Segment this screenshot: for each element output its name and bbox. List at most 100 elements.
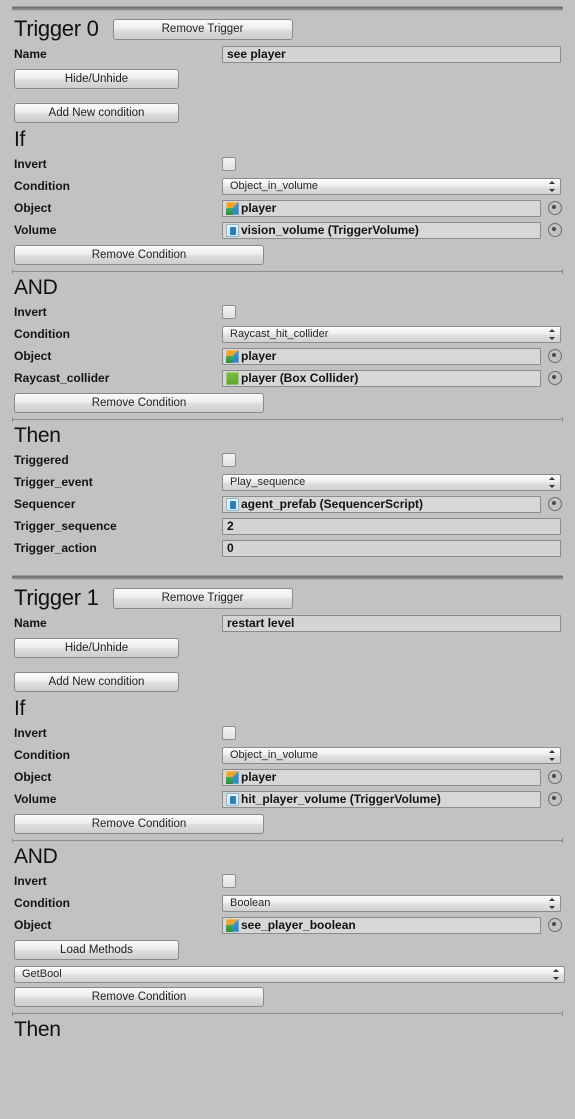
object-picker-button[interactable] (548, 201, 562, 215)
remove-condition-button[interactable]: Remove Condition (14, 814, 264, 834)
condition-type-value: Object_in_volume (230, 179, 319, 192)
object-picker-button[interactable] (548, 918, 562, 932)
object-label: Object (14, 201, 52, 215)
invert-label: Invert (14, 305, 47, 319)
chevron-updown-icon (548, 897, 556, 910)
volume-label: Volume (14, 223, 57, 237)
trigger-action-label: Trigger_action (14, 541, 97, 555)
object-row: Object player (0, 766, 575, 788)
add-new-condition-button[interactable]: Add New condition (14, 103, 179, 123)
volume-row: Volume vision_volume (TriggerVolume) (0, 219, 575, 241)
condition-header-and: AND (14, 276, 58, 299)
load-methods-button[interactable]: Load Methods (14, 940, 179, 960)
volume-reference-value: vision_volume (TriggerVolume) (241, 222, 419, 237)
invert-row: Invert (0, 722, 575, 744)
trigger-name-input[interactable]: see player (222, 45, 561, 63)
trigger-name-input[interactable]: restart level (222, 614, 561, 632)
volume-reference-field[interactable]: hit_player_volume (TriggerVolume) (222, 790, 541, 808)
trigger-event-value: Play_sequence (230, 475, 306, 488)
hide-unhide-button[interactable]: Hide/Unhide (14, 638, 179, 658)
sequencer-picker-button[interactable] (548, 497, 562, 511)
method-dropdown[interactable]: GetBool (14, 966, 565, 983)
trigger-header: Trigger 1 Remove Trigger (0, 584, 575, 612)
name-row: Name restart level (0, 612, 575, 634)
condition-type-dropdown[interactable]: Boolean (222, 894, 561, 912)
script-icon (226, 223, 239, 237)
sequencer-reference-value: agent_prefab (SequencerScript) (241, 496, 424, 511)
remove-condition-button[interactable]: Remove Condition (14, 987, 264, 1007)
invert-row: Invert (0, 870, 575, 892)
trigger-sequence-input[interactable]: 2 (222, 517, 561, 535)
invert-label: Invert (14, 874, 47, 888)
sequencer-row: Sequencer agent_prefab (SequencerScript) (0, 493, 575, 515)
trigger-title: Trigger 1 (14, 585, 99, 610)
condition-separator (12, 1011, 563, 1016)
object-reference-field[interactable]: player (222, 347, 541, 365)
object-reference-field[interactable]: see_player_boolean (222, 916, 541, 934)
condition-type-dropdown[interactable]: Object_in_volume (222, 746, 561, 764)
raycast-collider-reference-field[interactable]: player (Box Collider) (222, 369, 541, 387)
volume-picker-button[interactable] (548, 792, 562, 806)
object-reference-value: player (241, 200, 277, 215)
invert-row: Invert (0, 153, 575, 175)
trigger-sequence-label: Trigger_sequence (14, 519, 117, 533)
volume-picker-button[interactable] (548, 223, 562, 237)
remove-condition-button[interactable]: Remove Condition (14, 393, 264, 413)
condition-label: Condition (14, 179, 70, 193)
invert-checkbox[interactable] (222, 726, 236, 740)
condition-row: Condition Raycast_hit_collider (0, 323, 575, 345)
script-icon (226, 497, 239, 511)
volume-reference-value: hit_player_volume (TriggerVolume) (241, 791, 441, 806)
condition-type-dropdown[interactable]: Raycast_hit_collider (222, 325, 561, 343)
prefab-cube-icon (226, 201, 239, 215)
condition-header-if: If (14, 128, 26, 151)
condition-separator (12, 417, 563, 422)
condition-separator (12, 269, 563, 274)
object-row: Object see_player_boolean (0, 914, 575, 936)
raycast-collider-picker-button[interactable] (548, 371, 562, 385)
remove-trigger-button[interactable]: Remove Trigger (112, 18, 293, 40)
chevron-updown-icon (548, 328, 556, 341)
triggered-checkbox[interactable] (222, 453, 236, 467)
remove-trigger-button[interactable]: Remove Trigger (112, 587, 293, 609)
sequencer-reference-field[interactable]: agent_prefab (SequencerScript) (222, 495, 541, 513)
hide-unhide-button[interactable]: Hide/Unhide (14, 69, 179, 89)
object-picker-button[interactable] (548, 349, 562, 363)
prefab-cube-icon (226, 770, 239, 784)
object-reference-field[interactable]: player (222, 768, 541, 786)
prefab-cube-icon (226, 918, 239, 932)
trigger-event-row: Trigger_event Play_sequence (0, 471, 575, 493)
triggered-label: Triggered (14, 453, 69, 467)
invert-checkbox[interactable] (222, 874, 236, 888)
name-label: Name (14, 47, 47, 61)
volume-reference-field[interactable]: vision_volume (TriggerVolume) (222, 221, 541, 239)
invert-label: Invert (14, 157, 47, 171)
sequencer-label: Sequencer (14, 497, 76, 511)
prefab-cube-icon (226, 349, 239, 363)
object-label: Object (14, 918, 52, 932)
object-reference-field[interactable]: player (222, 199, 541, 217)
condition-row: Condition Object_in_volume (0, 744, 575, 766)
object-row: Object player (0, 197, 575, 219)
condition-label: Condition (14, 748, 70, 762)
trigger-event-dropdown[interactable]: Play_sequence (222, 473, 561, 491)
invert-checkbox[interactable] (222, 305, 236, 319)
name-row: Name see player (0, 43, 575, 65)
trigger-event-label: Trigger_event (14, 475, 93, 489)
trigger-action-input[interactable]: 0 (222, 539, 561, 557)
volume-row: Volume hit_player_volume (TriggerVolume) (0, 788, 575, 810)
remove-condition-button[interactable]: Remove Condition (14, 245, 264, 265)
invert-checkbox[interactable] (222, 157, 236, 171)
object-reference-value: player (241, 348, 277, 363)
raycast-collider-label: Raycast_collider (14, 371, 110, 385)
condition-type-value: Raycast_hit_collider (230, 327, 329, 340)
triggered-row: Triggered (0, 449, 575, 471)
condition-row: Condition Boolean (0, 892, 575, 914)
trigger-separator (12, 575, 563, 580)
condition-type-dropdown[interactable]: Object_in_volume (222, 177, 561, 195)
script-icon (226, 792, 239, 806)
condition-header-and: AND (14, 845, 58, 868)
add-new-condition-button[interactable]: Add New condition (14, 672, 179, 692)
object-picker-button[interactable] (548, 770, 562, 784)
inspector-panel: Trigger 0 Remove Trigger Name see player… (0, 6, 575, 1119)
